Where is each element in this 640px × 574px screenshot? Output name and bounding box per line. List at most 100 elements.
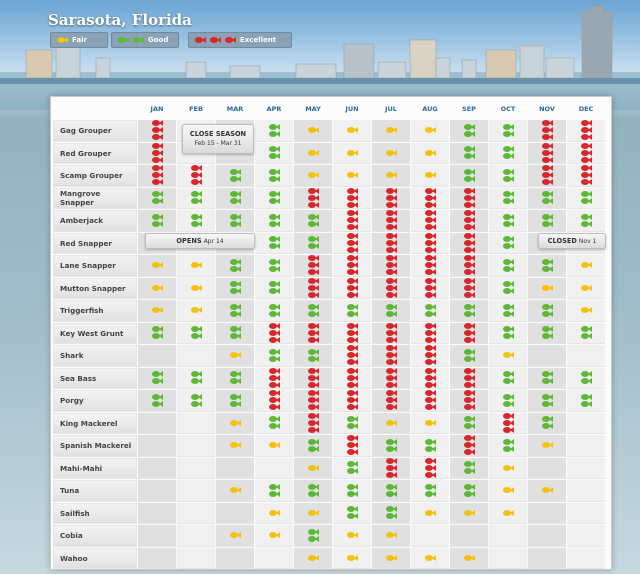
rating-cell-feb: [177, 187, 215, 209]
species-row: Mutton Snapper: [53, 277, 605, 299]
rating-cell-apr: [255, 142, 293, 164]
fish-icon: [385, 262, 397, 269]
closed-title: CLOSED: [547, 237, 577, 245]
fish-icon: [502, 445, 514, 452]
rating-cell-jun: [333, 345, 371, 367]
fish-icon: [229, 378, 241, 385]
rating-cell-jan: [138, 187, 176, 209]
fish-icon: [424, 201, 436, 208]
rating-cell-jan: [138, 277, 176, 299]
rating-cell-oct: [489, 525, 527, 547]
fish-icon: [268, 329, 280, 336]
fish-icon: [424, 445, 436, 452]
rating-cell-jun: [333, 367, 371, 389]
fish-icon: [268, 303, 280, 310]
fish-icon: [307, 310, 319, 317]
fish-icon: [190, 326, 202, 333]
fish-icon: [346, 187, 358, 194]
fish-icon: [346, 269, 358, 276]
fish-icon: [463, 322, 475, 329]
fish-icon: [580, 220, 592, 227]
rating-cell-sep: [450, 277, 488, 299]
rating-cell-jun: [333, 390, 371, 412]
species-name: Gag Grouper: [53, 120, 137, 142]
fish-icon: [346, 239, 358, 246]
fish-icon: [463, 130, 475, 137]
fish-icon: [463, 291, 475, 298]
fish-icon: [307, 509, 319, 516]
fish-icon: [385, 269, 397, 276]
rating-cell-nov: [528, 412, 566, 434]
fish-icon: [541, 310, 553, 317]
rating-cell-oct: [489, 480, 527, 502]
fish-icon: [463, 336, 475, 343]
fish-icon: [463, 423, 475, 430]
fish-icon: [385, 438, 397, 445]
fish-icon: [580, 191, 592, 198]
rating-cell-feb: [177, 165, 215, 187]
rating-cell-mar: [216, 502, 254, 524]
fish-icon: [502, 288, 514, 295]
rating-cell-apr: [255, 187, 293, 209]
fish-icon: [307, 528, 319, 535]
fish-icon: [385, 149, 397, 156]
rating-cell-may: [294, 435, 332, 457]
fish-icon: [424, 194, 436, 201]
rating-cell-oct: [489, 412, 527, 434]
fish-icon: [424, 397, 436, 404]
rating-cell-sep: [450, 367, 488, 389]
fish-icon: [385, 303, 397, 310]
rating-cell-nov: [528, 480, 566, 502]
species-name: Key West Grunt: [53, 322, 137, 344]
fish-icon: [307, 336, 319, 343]
close-season-title: CLOSE SEASON: [189, 130, 247, 138]
fish-icon: [151, 220, 163, 227]
rating-cell-dec: [567, 435, 605, 457]
fish-icon: [385, 210, 397, 217]
fish-icon: [307, 291, 319, 298]
species-name: Sea Bass: [53, 367, 137, 389]
fish-icon: [346, 303, 358, 310]
species-row: Shark: [53, 345, 605, 367]
rating-cell-apr: [255, 525, 293, 547]
rating-cell-jan: [138, 525, 176, 547]
rating-cell-may: [294, 367, 332, 389]
fish-icon: [307, 329, 319, 336]
month-header-jan: JAN: [150, 105, 164, 113]
rating-cell-jun: [333, 255, 371, 277]
fish-icon: [307, 284, 319, 291]
fish-icon: [307, 149, 319, 156]
species-row: Cobia: [53, 525, 605, 547]
fish-icon: [502, 198, 514, 205]
rating-cell-aug: [411, 120, 449, 142]
fish-icon: [385, 217, 397, 224]
fish-icon: [424, 310, 436, 317]
fish-icon: [463, 175, 475, 182]
rating-cell-apr: [255, 210, 293, 232]
fish-icon: [307, 213, 319, 220]
rating-cell-jul: [372, 277, 410, 299]
rating-cell-apr: [255, 255, 293, 277]
rating-cell-nov: [528, 525, 566, 547]
fish-icon: [424, 404, 436, 411]
rating-cell-jun: [333, 502, 371, 524]
species-row: Tuna: [53, 480, 605, 502]
fish-icon: [190, 213, 202, 220]
fish-icon: [307, 348, 319, 355]
fish-icon: [502, 175, 514, 182]
fish-icon: [151, 213, 163, 220]
fish-icon: [580, 400, 592, 407]
rating-cell-jul: [372, 322, 410, 344]
fish-icon: [580, 213, 592, 220]
fish-icon: [268, 123, 280, 130]
fish-icon: [190, 284, 202, 291]
fish-icon: [307, 236, 319, 243]
rating-cell-feb: [177, 322, 215, 344]
closed-date: Nov 1: [578, 238, 597, 245]
rating-cell-may: [294, 390, 332, 412]
species-name: Scamp Grouper: [53, 165, 137, 187]
species-name: Porgy: [53, 390, 137, 412]
fish-icon: [307, 303, 319, 310]
fish-icon: [229, 265, 241, 272]
fish-icon: [346, 374, 358, 381]
